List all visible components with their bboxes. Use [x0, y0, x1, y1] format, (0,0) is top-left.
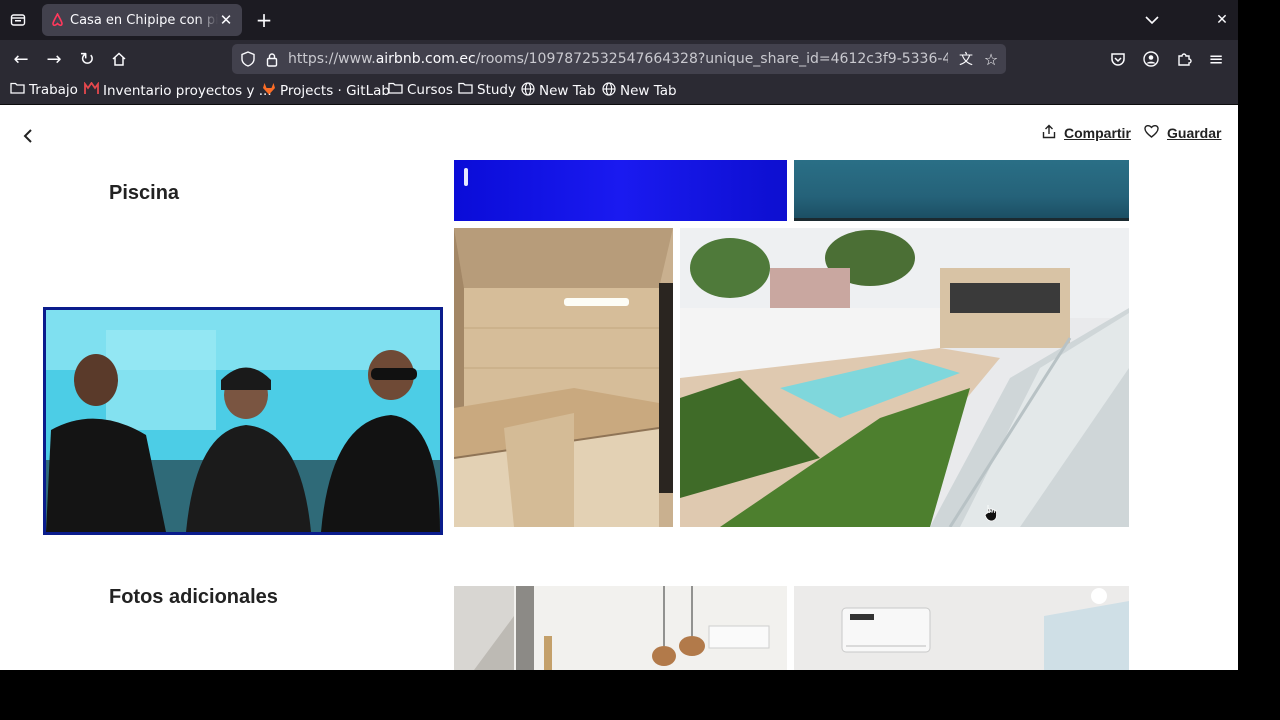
new-tab-icon[interactable]: +	[252, 8, 276, 32]
globe-icon	[521, 82, 535, 100]
bookmark-new-tab-1[interactable]: New Tab	[521, 82, 596, 100]
webcam-overlay-video	[43, 307, 443, 535]
airbnb-favicon-icon	[50, 13, 64, 27]
back-chevron-icon[interactable]	[16, 124, 40, 148]
bookmark-inventario[interactable]: Inventario proyectos y ...	[84, 81, 272, 99]
menu-hamburger-icon[interactable]: ≡	[1204, 47, 1228, 71]
close-tab-icon[interactable]: ✕	[218, 11, 234, 29]
firefox-view-icon[interactable]	[6, 8, 30, 32]
hand-cursor-icon	[984, 504, 998, 522]
bookmark-label: Projects · GitLab	[280, 82, 390, 99]
pool-edge	[794, 218, 1129, 221]
bookmarks-toolbar: Trabajo Inventario proyectos y ... Proje…	[0, 78, 1238, 105]
url-domain: airbnb.com.ec	[375, 51, 476, 67]
save-label: Guardar	[1167, 124, 1222, 141]
bookmark-label: Study	[477, 82, 516, 98]
gitlab-icon	[262, 82, 276, 99]
url-prefix: https://www.	[288, 51, 376, 67]
reload-icon[interactable]: ↻	[75, 47, 99, 71]
share-label: Compartir	[1064, 125, 1131, 141]
folder-icon	[458, 82, 473, 98]
folder-icon	[388, 82, 403, 98]
active-tab[interactable]: Casa en Chipipe con piscina ✕	[42, 4, 242, 36]
webcam-scene	[46, 310, 440, 532]
share-icon	[1042, 124, 1056, 142]
back-arrow-icon[interactable]: ←	[9, 47, 33, 71]
close-window-icon[interactable]: ✕	[1210, 8, 1234, 32]
extensions-icon[interactable]	[1172, 47, 1196, 71]
bookmark-new-tab-2[interactable]: New Tab	[602, 82, 677, 100]
shield-icon[interactable]	[236, 47, 260, 71]
bookmark-label: New Tab	[539, 83, 596, 99]
translate-icon[interactable]: 文	[954, 47, 978, 71]
home-icon[interactable]	[107, 47, 131, 71]
bookmark-cursos[interactable]: Cursos	[388, 82, 453, 98]
url-bar[interactable]: https://www.airbnb.com.ec/rooms/10978725…	[232, 44, 1006, 74]
section-title-piscina: Piscina	[109, 182, 180, 204]
lock-icon[interactable]	[260, 47, 284, 71]
bookmark-trabajo[interactable]: Trabajo	[10, 82, 78, 98]
interior-illustration	[454, 586, 770, 670]
backyard-illustration	[680, 228, 1129, 527]
bookmark-label: Cursos	[407, 82, 453, 98]
sauna-photo[interactable]	[454, 228, 673, 527]
folder-icon	[10, 82, 25, 98]
url-path: /rooms/1097872532547664328?unique_share_…	[475, 51, 948, 67]
account-icon[interactable]	[1139, 47, 1163, 71]
backyard-pool-photo[interactable]	[680, 228, 1129, 527]
tab-bar: Casa en Chipipe con piscina ✕ + ✕	[0, 0, 1238, 40]
bookmark-label: Trabajo	[29, 82, 78, 98]
pocket-icon[interactable]	[1106, 47, 1130, 71]
save-button[interactable]: Guardar	[1144, 124, 1221, 141]
pool-night-photo[interactable]	[454, 160, 787, 221]
interior-stairs-photo[interactable]	[454, 586, 787, 670]
section-title-fotos-adicionales: Fotos adicionales	[109, 586, 278, 608]
bookmark-label: New Tab	[620, 83, 677, 99]
share-button[interactable]: Compartir	[1042, 124, 1131, 142]
pool-light-reflection	[464, 168, 468, 186]
url-text[interactable]: https://www.airbnb.com.ec/rooms/10978725…	[288, 51, 948, 67]
ac-illustration	[794, 586, 1129, 670]
list-all-tabs-icon[interactable]	[1140, 8, 1164, 32]
bookmark-label: Inventario proyectos y ...	[103, 82, 272, 99]
bookmark-study[interactable]: Study	[458, 82, 516, 98]
globe-icon	[602, 82, 616, 100]
air-conditioner-photo[interactable]	[794, 586, 1129, 670]
browser-window: Casa en Chipipe con piscina ✕ + ✕ ← → ↻ …	[0, 0, 1238, 670]
bookmark-gitlab[interactable]: Projects · GitLab	[262, 82, 390, 99]
navigation-bar: ← → ↻ https://www.airbnb.com.ec/rooms/10…	[0, 40, 1238, 78]
tab-title: Casa en Chipipe con piscina	[70, 12, 218, 28]
bookmark-star-icon[interactable]: ☆	[979, 47, 1003, 71]
app-icon	[84, 81, 99, 99]
pool-water-photo[interactable]	[794, 160, 1129, 221]
forward-arrow-icon[interactable]: →	[42, 47, 66, 71]
heart-icon	[1144, 124, 1159, 141]
sauna-illustration	[454, 228, 673, 527]
